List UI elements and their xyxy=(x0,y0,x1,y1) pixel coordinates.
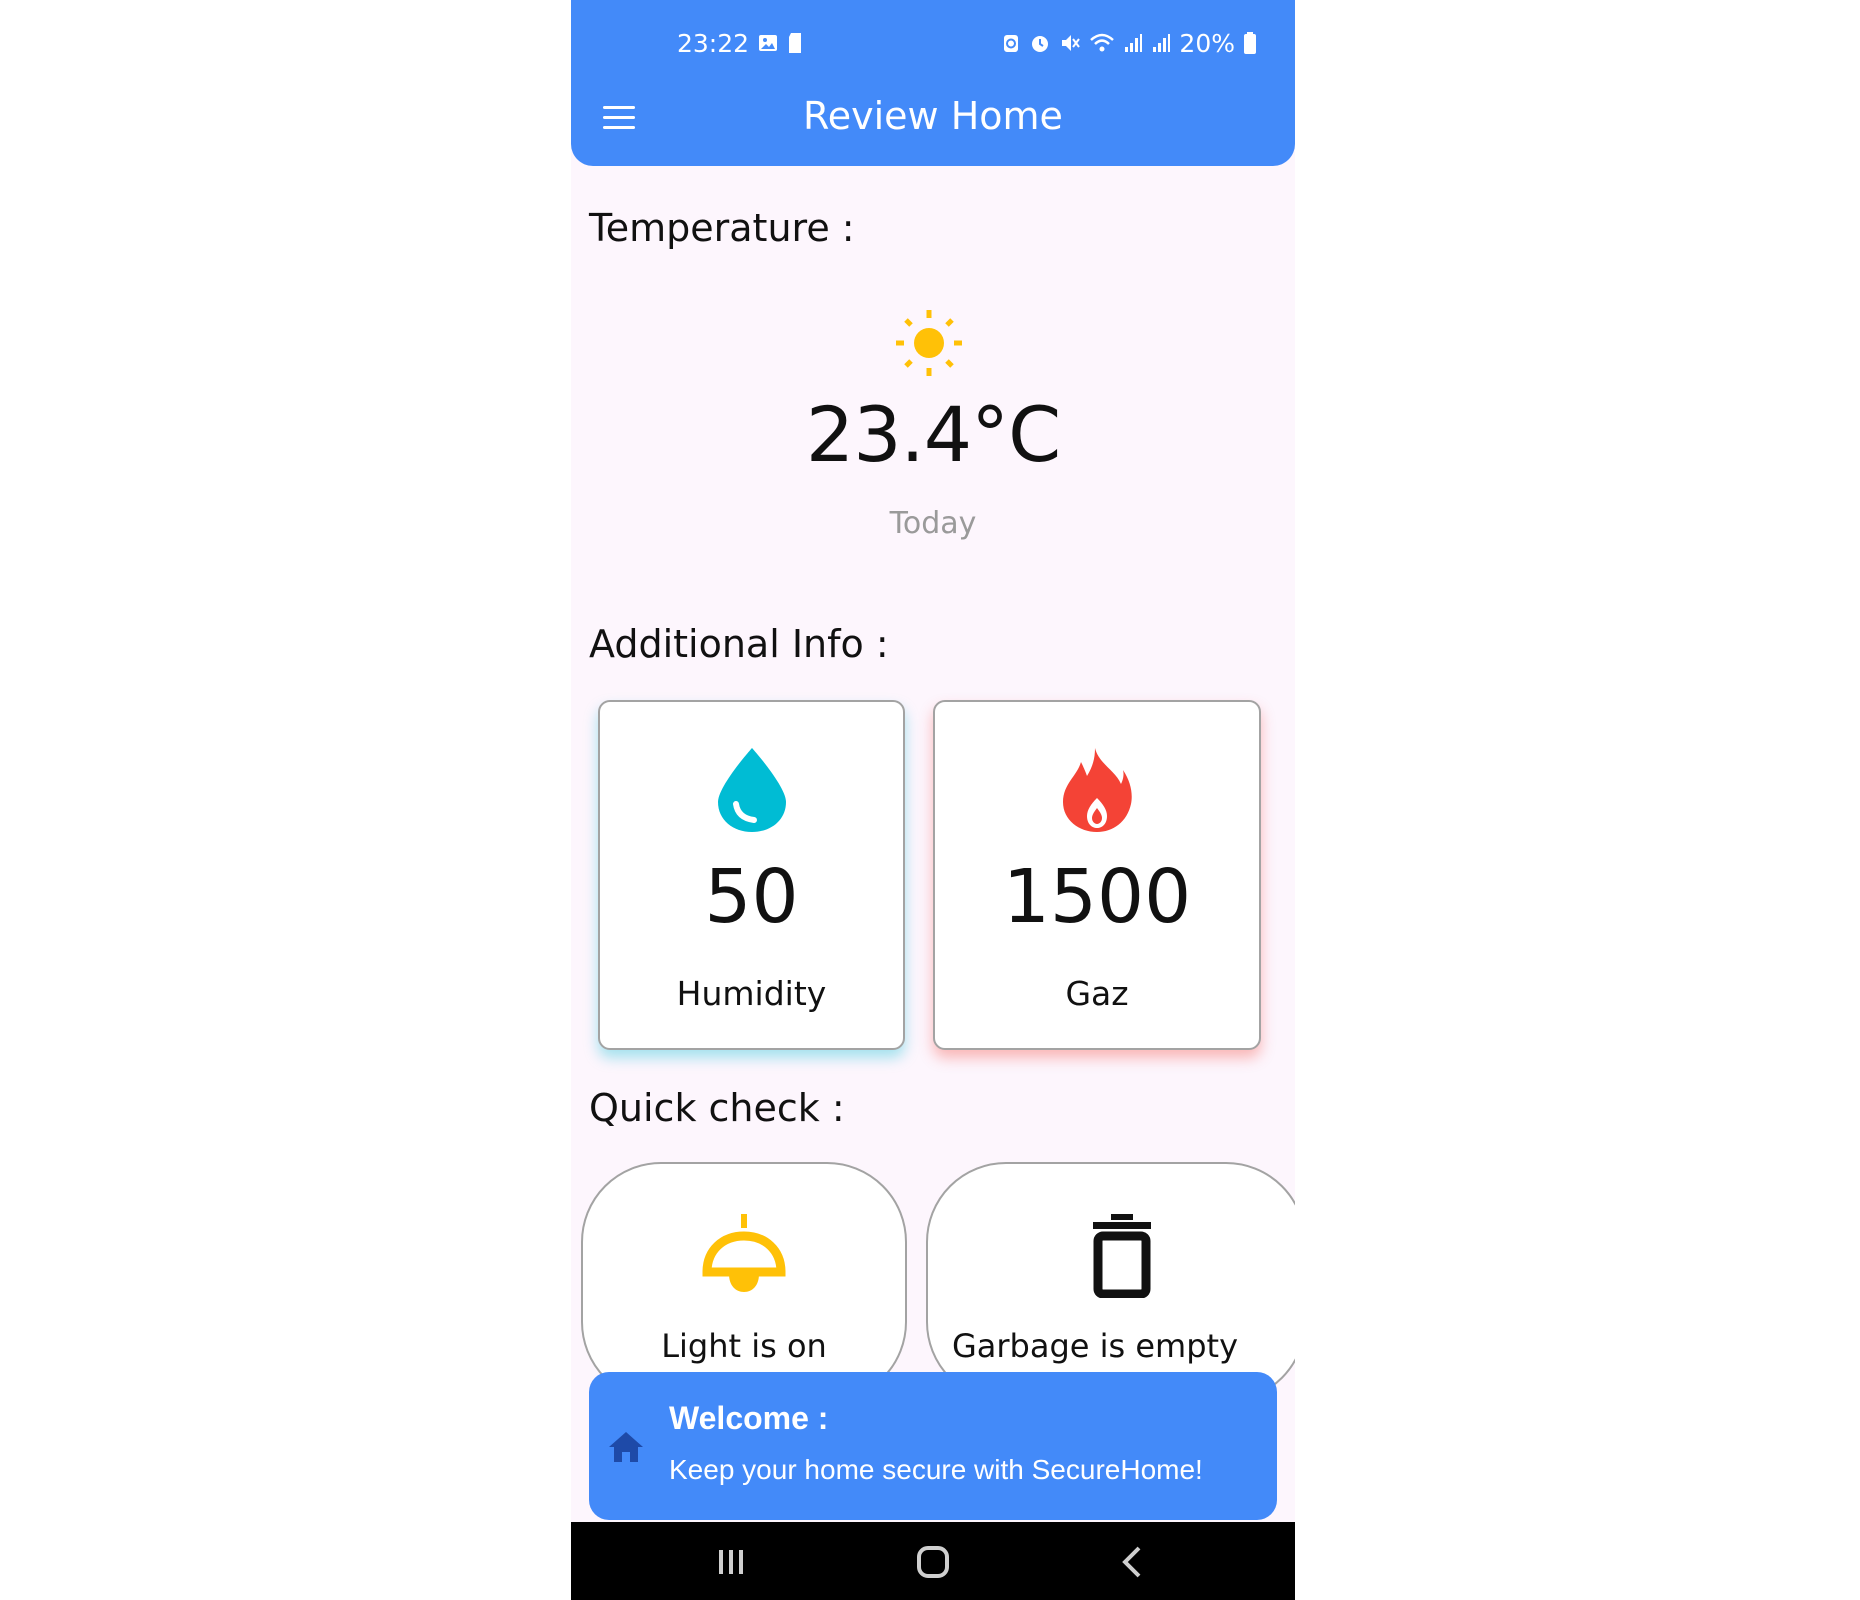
toast-title: Welcome : xyxy=(669,1400,829,1436)
sd-card-icon xyxy=(787,32,803,54)
humidity-card[interactable]: 50 Humidity xyxy=(598,700,905,1050)
light-status-label: Light is on xyxy=(661,1327,827,1365)
back-icon[interactable] xyxy=(1111,1540,1155,1584)
humidity-label: Humidity xyxy=(676,974,827,1013)
status-time: 23:22 xyxy=(677,28,750,58)
app-title: Review Home xyxy=(803,94,1063,138)
signal-icon xyxy=(1151,32,1171,54)
data-saver-icon xyxy=(1001,32,1021,54)
garbage-status-card[interactable]: Garbage is empty xyxy=(926,1162,1295,1402)
gaz-value: 1500 xyxy=(1002,854,1192,940)
gaz-label: Gaz xyxy=(1065,974,1129,1013)
alarm-icon xyxy=(1029,32,1051,54)
garbage-status-label: Garbage is empty xyxy=(951,1327,1239,1365)
mute-icon xyxy=(1059,32,1081,54)
ceiling-lamp-icon xyxy=(701,1212,787,1298)
recent-apps-icon[interactable] xyxy=(709,1540,753,1584)
toast-message: Keep your home secure with SecureHome! xyxy=(669,1454,1203,1485)
status-bar-left: 23:22 xyxy=(677,28,803,58)
temperature-heading: Temperature : xyxy=(589,206,855,250)
home-icon xyxy=(607,1428,645,1466)
battery-percent: 20% xyxy=(1179,28,1235,58)
quick-check-heading: Quick check : xyxy=(589,1086,845,1130)
app-bar: 23:22 20% Review Home xyxy=(571,0,1295,166)
temperature-value: 23.4°C xyxy=(805,390,1061,479)
water-drop-icon xyxy=(714,744,790,834)
gaz-card[interactable]: 1500 Gaz xyxy=(933,700,1261,1050)
sun-icon xyxy=(894,308,964,378)
home-icon[interactable] xyxy=(911,1540,955,1584)
humidity-value: 50 xyxy=(704,854,799,940)
wifi-icon xyxy=(1089,32,1115,54)
welcome-toast[interactable]: Welcome : Keep your home secure with Sec… xyxy=(589,1372,1277,1520)
light-status-card[interactable]: Light is on xyxy=(581,1162,907,1402)
flame-icon xyxy=(1059,744,1135,834)
battery-icon xyxy=(1243,31,1257,55)
temperature-subtitle: Today xyxy=(889,506,977,541)
trash-icon xyxy=(1079,1212,1165,1299)
phone-screen: 23:22 20% Review Home Temperature: 23.4… xyxy=(571,0,1295,1600)
system-nav-bar xyxy=(571,1522,1295,1600)
gallery-icon xyxy=(757,32,779,54)
signal-icon xyxy=(1123,32,1143,54)
additional-info-heading: Additional Info : xyxy=(589,622,889,666)
status-bar-right: 20% xyxy=(993,28,1257,58)
